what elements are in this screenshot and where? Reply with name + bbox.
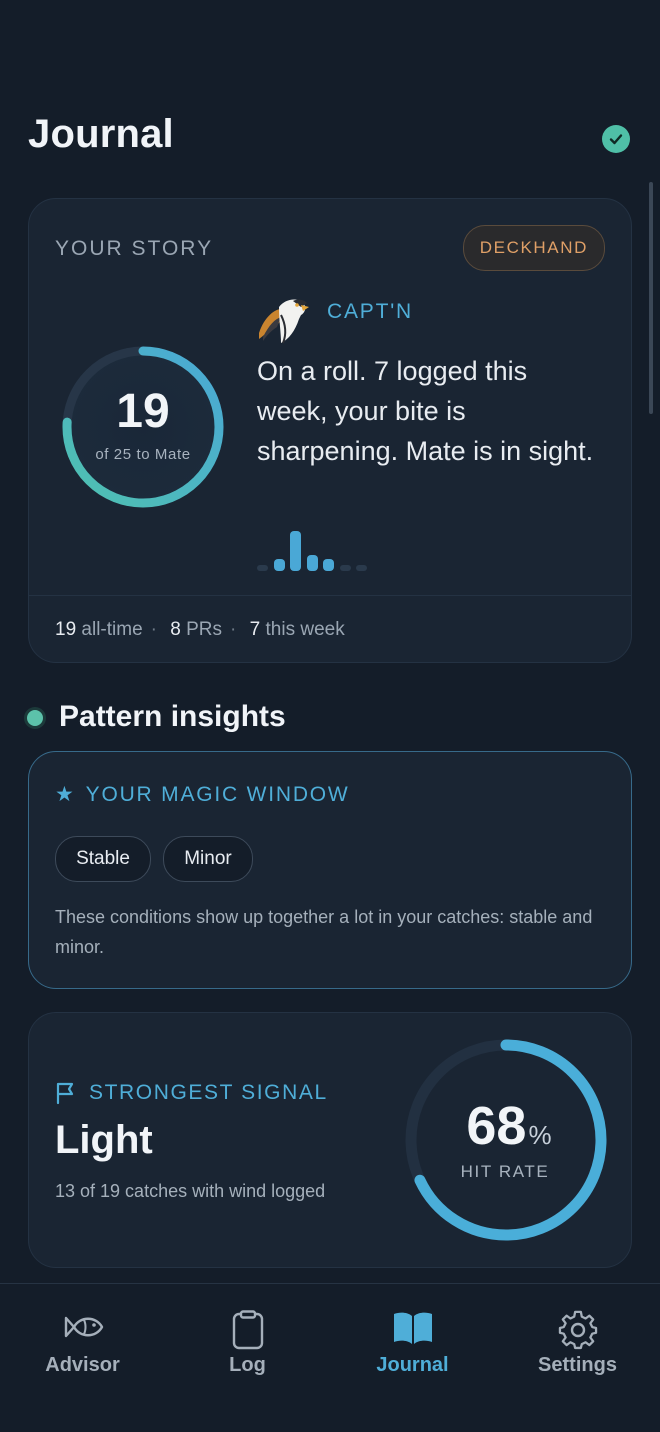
captain-message: On a roll. 7 logged this week, your bite… <box>257 356 594 466</box>
tab-label: Journal <box>376 1354 449 1376</box>
star-icon: ★ <box>55 783 76 806</box>
magic-window-label: YOUR MAGIC WINDOW <box>85 783 350 806</box>
tab-settings[interactable]: Settings <box>495 1284 660 1394</box>
magic-window-title: ★ YOUR MAGIC WINDOW <box>55 782 350 807</box>
tab-label: Settings <box>538 1354 617 1376</box>
activity-bar <box>356 565 367 571</box>
story-label: YOUR STORY <box>55 237 214 260</box>
condition-chip[interactable]: Stable <box>55 836 151 882</box>
hit-rate-value: 68% <box>435 1095 583 1157</box>
divider <box>29 595 631 596</box>
strongest-signal-value: Light <box>55 1118 153 1162</box>
magic-window-card[interactable]: ★ YOUR MAGIC WINDOW Stable Minor These co… <box>28 751 632 989</box>
tab-label: Advisor <box>45 1354 120 1376</box>
section-indicator-dot <box>27 710 43 726</box>
strongest-signal-label: STRONGEST SIGNAL <box>89 1081 328 1104</box>
magic-window-description: These conditions show up together a lot … <box>55 907 593 957</box>
strongest-signal-detail: 13 of 19 catches with wind logged <box>55 1181 326 1201</box>
activity-bar <box>290 531 301 571</box>
activity-bar <box>257 565 268 571</box>
activity-mini-chart <box>257 525 377 571</box>
section-title: Pattern insights <box>59 700 286 733</box>
tab-advisor[interactable]: Advisor <box>0 1284 165 1394</box>
hit-rate-label: HIT RATE <box>460 1162 550 1181</box>
tab-log[interactable]: Log <box>165 1284 330 1394</box>
gear-icon <box>558 1310 598 1350</box>
book-icon <box>394 1312 432 1344</box>
strongest-signal-card[interactable]: STRONGEST SIGNAL Light 13 of 19 catches … <box>28 1012 632 1268</box>
progress-caption: of 25 to Mate <box>95 446 191 463</box>
condition-chip[interactable]: Minor <box>163 836 253 882</box>
check-circle-icon[interactable] <box>602 125 630 153</box>
stat-label: PRs <box>186 619 223 640</box>
activity-bar <box>323 559 334 571</box>
activity-bar <box>339 565 351 571</box>
stat-label: all-time <box>81 619 143 640</box>
osprey-avatar-icon <box>259 299 309 344</box>
rank-badge[interactable]: DECKHAND <box>462 225 605 271</box>
hit-rate-number: 68 <box>466 1096 527 1156</box>
activity-bar <box>273 559 285 571</box>
stat-value: 8 <box>170 619 181 640</box>
hit-rate-unit: % <box>528 1120 552 1150</box>
clipboard-icon <box>232 1310 264 1350</box>
scrollbar[interactable] <box>649 182 653 414</box>
captain-name: CAPT'N <box>327 300 413 323</box>
progress-count: 19 <box>116 385 170 438</box>
stat-value: 7 <box>249 619 261 640</box>
activity-bar <box>306 555 318 571</box>
story-stats: 19 all-time · 8 PRs · 7 this week <box>55 619 345 640</box>
flag-icon <box>56 1082 74 1105</box>
tab-journal[interactable]: Journal <box>330 1284 495 1394</box>
fish-icon <box>64 1316 104 1338</box>
story-card: YOUR STORY DECKHAND 19 of 25 to Mate CAP… <box>28 198 632 663</box>
stat-value: 19 <box>55 619 77 640</box>
stat-label: this week <box>265 619 345 640</box>
tab-label: Log <box>229 1354 266 1376</box>
bottom-tab-bar: Advisor Log Journal Settings <box>0 1283 660 1432</box>
page-title: Journal <box>28 112 174 156</box>
